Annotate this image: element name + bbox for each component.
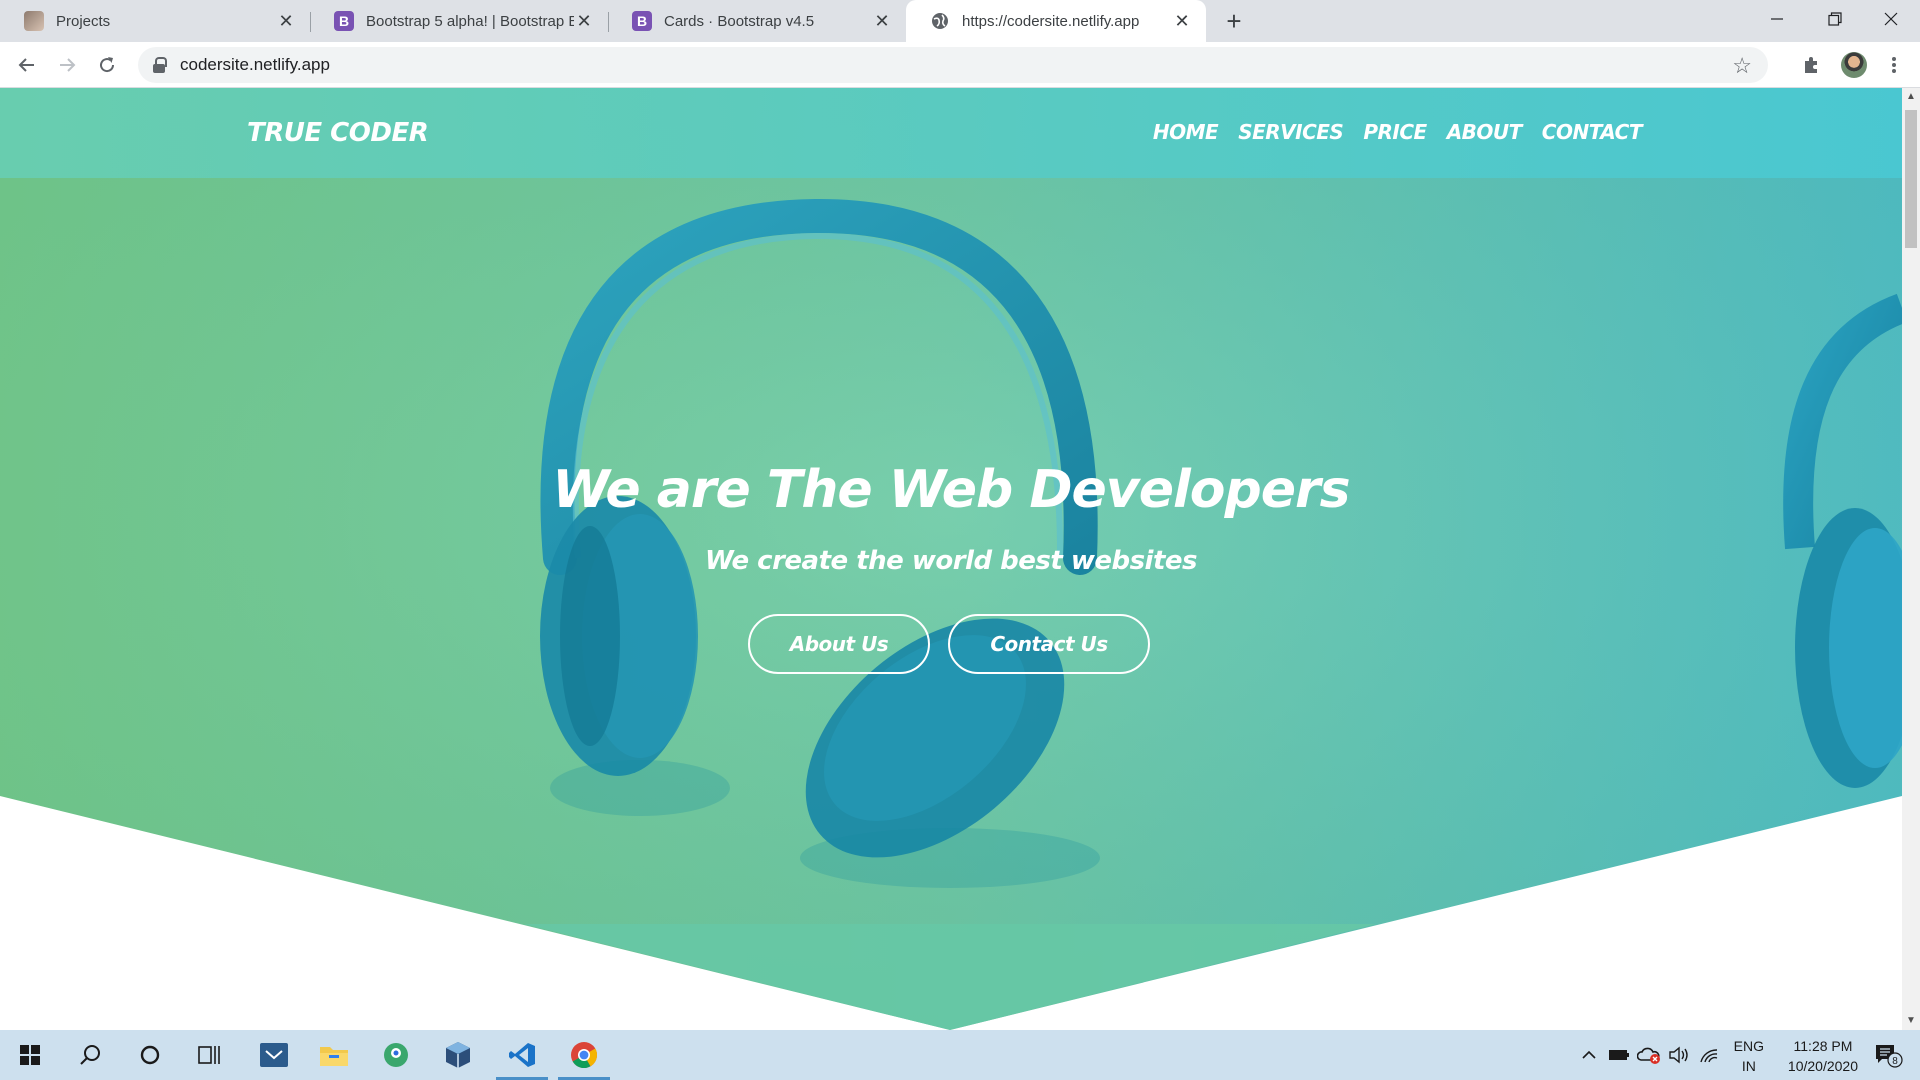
browser-tab-strip: Projects ✕ B Bootstrap 5 alpha! | Bootst… [0, 0, 1920, 42]
forward-button[interactable] [52, 50, 82, 80]
bootstrap-icon: B [334, 11, 354, 31]
about-us-button[interactable]: About Us [748, 614, 930, 674]
maps-icon[interactable] [368, 1030, 424, 1080]
nav-about[interactable]: ABOUT [1447, 120, 1523, 144]
file-explorer-icon[interactable] [306, 1030, 362, 1080]
system-clock[interactable]: 11:28 PM 10/20/2020 [1788, 1036, 1858, 1076]
profile-photo-icon [24, 11, 44, 31]
minimize-button[interactable] [1748, 0, 1806, 38]
tab-codersite[interactable]: https://codersite.netlify.app ✕ [906, 0, 1206, 42]
nav-home[interactable]: HOME [1153, 120, 1219, 144]
hero-subtitle: We create the world best websites [704, 546, 1198, 576]
nav-services[interactable]: SERVICES [1238, 120, 1344, 144]
contact-us-button[interactable]: Contact Us [948, 614, 1150, 674]
close-icon[interactable]: ✕ [872, 11, 892, 31]
show-hidden-icons-chevron-up-icon[interactable] [1576, 1030, 1602, 1080]
scroll-down-arrow-icon[interactable]: ▼ [1906, 1016, 1916, 1026]
bootstrap-icon: B [632, 11, 652, 31]
language-region: IN [1741, 1058, 1756, 1074]
mail-icon[interactable] [246, 1030, 302, 1080]
action-center-icon[interactable]: 8 [1866, 1030, 1910, 1080]
battery-icon[interactable] [1606, 1030, 1632, 1080]
notification-count: 8 [1892, 1056, 1898, 1067]
menu-kebab-icon[interactable] [1879, 50, 1909, 80]
site-navbar: TRUE CODER HOME SERVICES PRICE ABOUT CON… [0, 88, 1902, 178]
tab-title: Cards · Bootstrap v4.5 [664, 12, 815, 30]
input-language-indicator[interactable]: ENG IN [1734, 1036, 1764, 1076]
extensions-puzzle-icon[interactable] [1797, 50, 1827, 80]
tab-projects[interactable]: Projects ✕ [0, 0, 310, 42]
address-bar[interactable]: codersite.netlify.app ☆ [138, 47, 1768, 83]
close-icon[interactable]: ✕ [574, 11, 594, 31]
cortana-icon[interactable] [122, 1030, 178, 1080]
hero-section: TRUE CODER HOME SERVICES PRICE ABOUT CON… [0, 88, 1902, 1030]
bookmark-star-icon[interactable]: ☆ [1732, 53, 1752, 79]
profile-avatar[interactable] [1839, 50, 1869, 80]
scroll-up-arrow-icon[interactable]: ▲ [1906, 92, 1916, 102]
site-menu: HOME SERVICES PRICE ABOUT CONTACT [1153, 120, 1643, 144]
language-code: ENG [1733, 1038, 1764, 1054]
url-text[interactable]: codersite.netlify.app [180, 55, 330, 75]
volume-icon[interactable] [1666, 1030, 1692, 1080]
lock-icon[interactable] [152, 57, 167, 73]
tab-title: Projects [56, 12, 111, 30]
chrome-icon[interactable] [556, 1030, 612, 1080]
clock-date: 10/20/2020 [1787, 1058, 1858, 1074]
site-logo[interactable]: TRUE CODER [247, 118, 429, 148]
tab-bootstrap-blog[interactable]: B Bootstrap 5 alpha! | Bootstrap Blog ✕ [310, 0, 608, 42]
close-icon[interactable]: ✕ [276, 11, 296, 31]
nav-price[interactable]: PRICE [1363, 120, 1427, 144]
tab-title: Bootstrap 5 alpha! | Bootstrap Blog [366, 12, 574, 30]
wifi-icon[interactable] [1696, 1030, 1722, 1080]
reload-button[interactable] [92, 50, 122, 80]
browser-toolbar: codersite.netlify.app ☆ [0, 42, 1920, 88]
back-button[interactable] [12, 50, 42, 80]
search-icon[interactable] [62, 1030, 118, 1080]
nav-contact[interactable]: CONTACT [1542, 120, 1643, 144]
onedrive-error-icon[interactable] [1636, 1030, 1662, 1080]
globe-icon [930, 11, 950, 31]
hero-title: We are The Web Developers [552, 460, 1350, 520]
close-icon[interactable]: ✕ [1172, 11, 1192, 31]
clock-time: 11:28 PM [1793, 1038, 1853, 1054]
virtualbox-icon[interactable] [430, 1030, 486, 1080]
windows-taskbar: ENG IN 11:28 PM 10/20/2020 8 [0, 1030, 1920, 1080]
windows-start-icon[interactable] [2, 1030, 58, 1080]
page-scrollbar[interactable]: ▲ ▼ [1902, 88, 1920, 1030]
restore-button[interactable] [1806, 0, 1864, 38]
tab-title: https://codersite.netlify.app [962, 12, 1140, 30]
tab-bootstrap-cards[interactable]: B Cards · Bootstrap v4.5 ✕ [608, 0, 906, 42]
task-view-icon[interactable] [182, 1030, 238, 1080]
window-close-button[interactable] [1862, 0, 1920, 38]
scrollbar-thumb[interactable] [1905, 110, 1917, 248]
web-page: TRUE CODER HOME SERVICES PRICE ABOUT CON… [0, 88, 1902, 1030]
new-tab-button[interactable]: + [1220, 6, 1248, 36]
vscode-icon[interactable] [494, 1030, 550, 1080]
